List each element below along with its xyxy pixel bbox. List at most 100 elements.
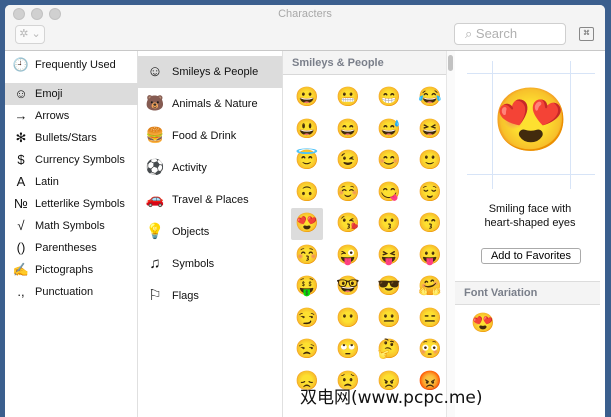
emoji-cell[interactable]: 😄 <box>332 114 364 146</box>
emoji-cell[interactable]: 😶 <box>332 303 364 335</box>
character-grid: Smileys & People 😀 😬 😁 😂 😃 😄 😅 😆 😇 😉 😊 🙂 🙃 ☺️ 😋 😌 😍 😘 😗 😙 😚 😜… <box>283 51 446 417</box>
category-parentheses[interactable]: () Parentheses <box>5 237 138 259</box>
category-arrows[interactable]: → Arrows <box>5 105 138 127</box>
add-to-favorites-button[interactable]: Add to Favorites <box>481 248 581 264</box>
category-emoji[interactable]: ☺ Emoji <box>5 83 138 105</box>
title-bar: Characters ✲ ⌄ ⌕ Search ⌘ <box>5 5 605 51</box>
subcategory-animals-nature[interactable]: 🐻 Animals & Nature <box>138 88 282 120</box>
subcategory-food-drink[interactable]: 🍔 Food & Drink <box>138 120 282 152</box>
subcategory-label: Symbols <box>172 258 215 270</box>
category-icon: A <box>16 174 26 189</box>
category-label: Punctuation <box>35 286 94 298</box>
subcategory-icon: ⚽ <box>145 159 165 176</box>
font-variation-item[interactable]: 😍 <box>471 311 495 335</box>
subcategory-icon: 🐻 <box>145 95 165 112</box>
category-label: Arrows <box>35 110 70 122</box>
category-letterlike-symbols[interactable]: № Letterlike Symbols <box>5 193 138 215</box>
emoji-cell[interactable]: ☺️ <box>332 177 364 209</box>
subcategory-label: Flags <box>172 290 199 302</box>
subcategory-smileys-people[interactable]: ☺ Smileys & People <box>138 56 282 88</box>
preview-glyph: 😍 <box>492 86 570 155</box>
emoji-cell[interactable]: 😗 <box>373 208 405 240</box>
emoji-cell[interactable]: 😍 <box>291 208 323 240</box>
font-variation-header: Font Variation <box>455 281 600 305</box>
emoji-cell[interactable]: 😉 <box>332 145 364 177</box>
emoji-cell[interactable]: 😌 <box>414 177 446 209</box>
category-label: Letterlike Symbols <box>35 198 125 210</box>
watermark: 双电网(www.pcpc.me) <box>300 388 483 408</box>
emoji-cell[interactable]: 🙄 <box>332 334 364 366</box>
emoji-cell[interactable]: 😂 <box>414 82 446 114</box>
emoji-cell[interactable]: 😀 <box>291 82 323 114</box>
subcategory-activity[interactable]: ⚽ Activity <box>138 152 282 184</box>
emoji-cell[interactable]: 😛 <box>414 240 446 272</box>
emoji-cell[interactable]: 🙃 <box>291 177 323 209</box>
subcategory-flags[interactable]: ⚐ Flags <box>138 280 282 312</box>
subcategory-label: Travel & Places <box>172 194 249 206</box>
emoji-cell[interactable]: 😜 <box>332 240 364 272</box>
emoji-cell[interactable]: 😑 <box>414 303 446 335</box>
category-label: Currency Symbols <box>35 154 125 166</box>
category-bullets-stars[interactable]: ✻ Bullets/Stars <box>5 127 138 149</box>
subcategory-icon: ⚐ <box>148 287 162 304</box>
subcategory-list: ☺ Smileys & People 🐻 Animals & Nature 🍔 Food … <box>138 51 283 417</box>
grid-scrollbar[interactable] <box>446 51 455 417</box>
grid-section-header: Smileys & People <box>283 51 446 75</box>
category-math-symbols[interactable]: √ Math Symbols <box>5 215 138 237</box>
emoji-cell[interactable]: 🤔 <box>373 334 405 366</box>
category-pictographs[interactable]: ✍ Pictographs <box>5 259 138 281</box>
character-preview: 😍 <box>467 61 595 189</box>
category-icon: $ <box>17 152 25 167</box>
emoji-cell[interactable]: 😚 <box>291 240 323 272</box>
category-icon: ., <box>17 284 25 299</box>
emoji-cell[interactable]: 😎 <box>373 271 405 303</box>
subcategory-label: Activity <box>172 162 207 174</box>
category-currency-symbols[interactable]: $ Currency Symbols <box>5 149 138 171</box>
category-icon: ☺ <box>14 86 28 101</box>
subcategory-label: Smileys & People <box>172 66 259 78</box>
subcategory-label: Objects <box>172 226 210 238</box>
emoji-cell[interactable]: 😃 <box>291 114 323 146</box>
gear-menu-button[interactable]: ✲ ⌄ <box>15 25 45 44</box>
search-icon: ⌕ <box>465 26 476 41</box>
subcategory-icon: 🚗 <box>145 191 165 208</box>
keyboard-viewer-icon[interactable]: ⌘ <box>579 27 594 41</box>
subcategory-icon: ☺ <box>147 63 163 80</box>
category-icon: 🕘 <box>12 57 30 72</box>
subcategory-objects[interactable]: 💡 Objects <box>138 216 282 248</box>
category-punctuation[interactable]: ., Punctuation <box>5 281 138 303</box>
emoji-cell[interactable]: 😅 <box>373 114 405 146</box>
emoji-cell[interactable]: 🤗 <box>414 271 446 303</box>
emoji-cell[interactable]: 😇 <box>291 145 323 177</box>
emoji-cell[interactable]: 😋 <box>373 177 405 209</box>
emoji-cell[interactable]: 😆 <box>414 114 446 146</box>
subcategory-symbols[interactable]: ♫ Symbols <box>138 248 282 280</box>
emoji-cell[interactable]: 😳 <box>414 334 446 366</box>
category-label: Latin <box>35 176 59 188</box>
category-label: Bullets/Stars <box>35 132 97 144</box>
category-latin[interactable]: A Latin <box>5 171 138 193</box>
emoji-cell[interactable]: 😁 <box>373 82 405 114</box>
subcategory-travel-places[interactable]: 🚗 Travel & Places <box>138 184 282 216</box>
search-input[interactable]: ⌕ Search <box>454 23 566 45</box>
emoji-cell[interactable]: 😬 <box>332 82 364 114</box>
emoji-cell[interactable]: 😐 <box>373 303 405 335</box>
subcategory-icon: 🍔 <box>145 127 165 144</box>
emoji-cell[interactable]: 🙂 <box>414 145 446 177</box>
window-title: Characters <box>278 8 332 20</box>
emoji-cell[interactable]: 😊 <box>373 145 405 177</box>
emoji-cell[interactable]: 😙 <box>414 208 446 240</box>
emoji-cell[interactable]: 🤓 <box>332 271 364 303</box>
category-label: Parentheses <box>35 242 97 254</box>
subcategory-icon: 💡 <box>145 223 165 240</box>
emoji-cell[interactable]: 🤑 <box>291 271 323 303</box>
emoji-cell[interactable]: 😒 <box>291 334 323 366</box>
character-name: Smiling face with heart-shaped eyes <box>484 203 576 229</box>
category-icon: № <box>14 196 28 211</box>
emoji-cell[interactable]: 😏 <box>291 303 323 335</box>
scrollbar-thumb[interactable] <box>448 55 453 71</box>
emoji-cell[interactable]: 😘 <box>332 208 364 240</box>
category-frequently-used[interactable]: 🕘 Frequently Used <box>5 54 138 76</box>
emoji-cell[interactable]: 😝 <box>373 240 405 272</box>
subcategory-icon: ♫ <box>149 255 161 272</box>
